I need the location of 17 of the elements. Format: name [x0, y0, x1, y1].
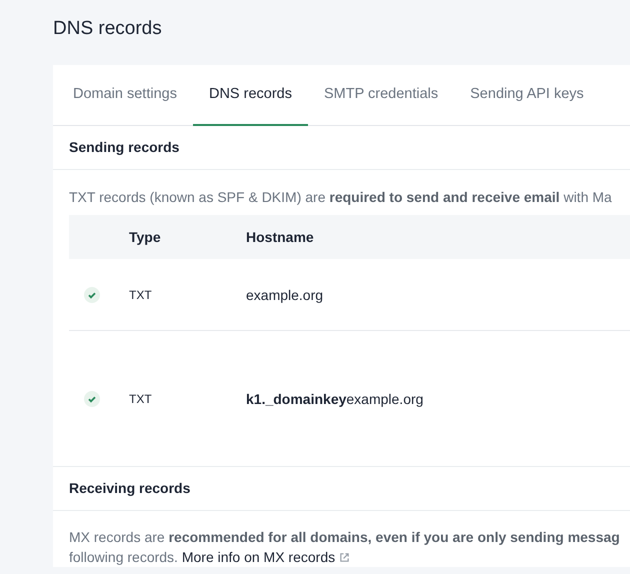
- tab[interactable]: DNS records: [192, 65, 308, 126]
- page-title: DNS records: [53, 17, 163, 41]
- column-header: Type: [129, 229, 162, 245]
- table-cell-text: k1._domainkeyexample.org: [246, 390, 424, 406]
- tab[interactable]: SMTP credentials: [308, 65, 454, 126]
- section-heading: Receiving records: [53, 466, 630, 511]
- description-text: TXT records (known as SPF & DKIM) are required to send and receive email with Ma: [68, 188, 613, 207]
- table-cell-text: TXT: [129, 392, 153, 406]
- description-text: MX records are recommended for all domains, even if you are only sending messag following records. More info on MX records: [68, 528, 621, 567]
- mx-info-link[interactable]: More info on MX records: [182, 549, 350, 565]
- table-cell-text: example.org: [246, 286, 324, 302]
- tab[interactable]: Domain settings: [57, 65, 193, 126]
- external-link-icon: [339, 552, 350, 563]
- tab[interactable]: Sending API keys: [454, 65, 600, 126]
- column-header: Hostname: [246, 229, 315, 245]
- table-cell-text: TXT: [129, 288, 153, 302]
- section-heading: Sending records: [53, 126, 630, 170]
